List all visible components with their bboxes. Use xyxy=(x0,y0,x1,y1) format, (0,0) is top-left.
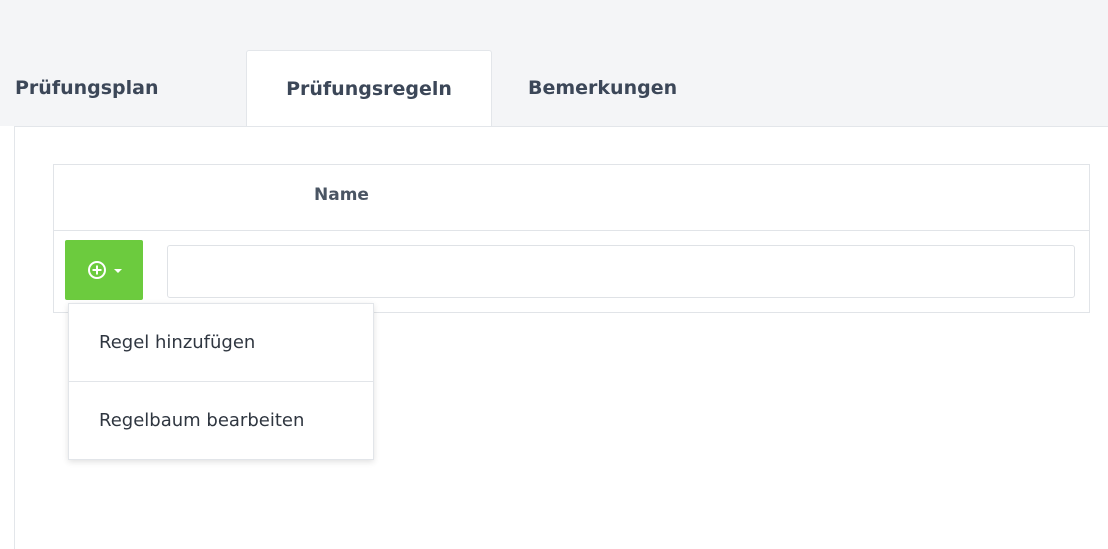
menu-item-label: Regelbaum bearbeiten xyxy=(99,409,305,431)
tab-bar: Prüfungsplan Prüfungsregeln Bemerkungen xyxy=(0,50,677,126)
add-dropdown-button[interactable] xyxy=(65,240,143,300)
tab-pruefungsplan[interactable]: Prüfungsplan xyxy=(0,50,246,126)
rules-table: Name xyxy=(53,164,1090,313)
tab-label: Bemerkungen xyxy=(528,77,678,99)
menu-item-regel-hinzufuegen[interactable]: Regel hinzufügen xyxy=(69,304,373,380)
tab-pruefungsregeln[interactable]: Prüfungsregeln xyxy=(246,50,492,126)
add-dropdown-menu: Regel hinzufügen Regelbaum bearbeiten xyxy=(68,303,374,460)
plus-circle-icon xyxy=(87,261,106,279)
name-input[interactable] xyxy=(167,245,1075,298)
column-header-name: Name xyxy=(314,185,369,205)
table-header: Name xyxy=(54,165,1089,231)
tab-label: Prüfungsplan xyxy=(15,77,159,99)
menu-item-regelbaum-bearbeiten[interactable]: Regelbaum bearbeiten xyxy=(69,382,373,458)
page: Prüfungsplan Prüfungsregeln Bemerkungen … xyxy=(0,0,1108,549)
caret-down-icon xyxy=(113,268,122,273)
tab-bemerkungen[interactable]: Bemerkungen xyxy=(492,50,677,126)
tab-label: Prüfungsregeln xyxy=(286,77,452,100)
menu-item-label: Regel hinzufügen xyxy=(99,331,256,353)
